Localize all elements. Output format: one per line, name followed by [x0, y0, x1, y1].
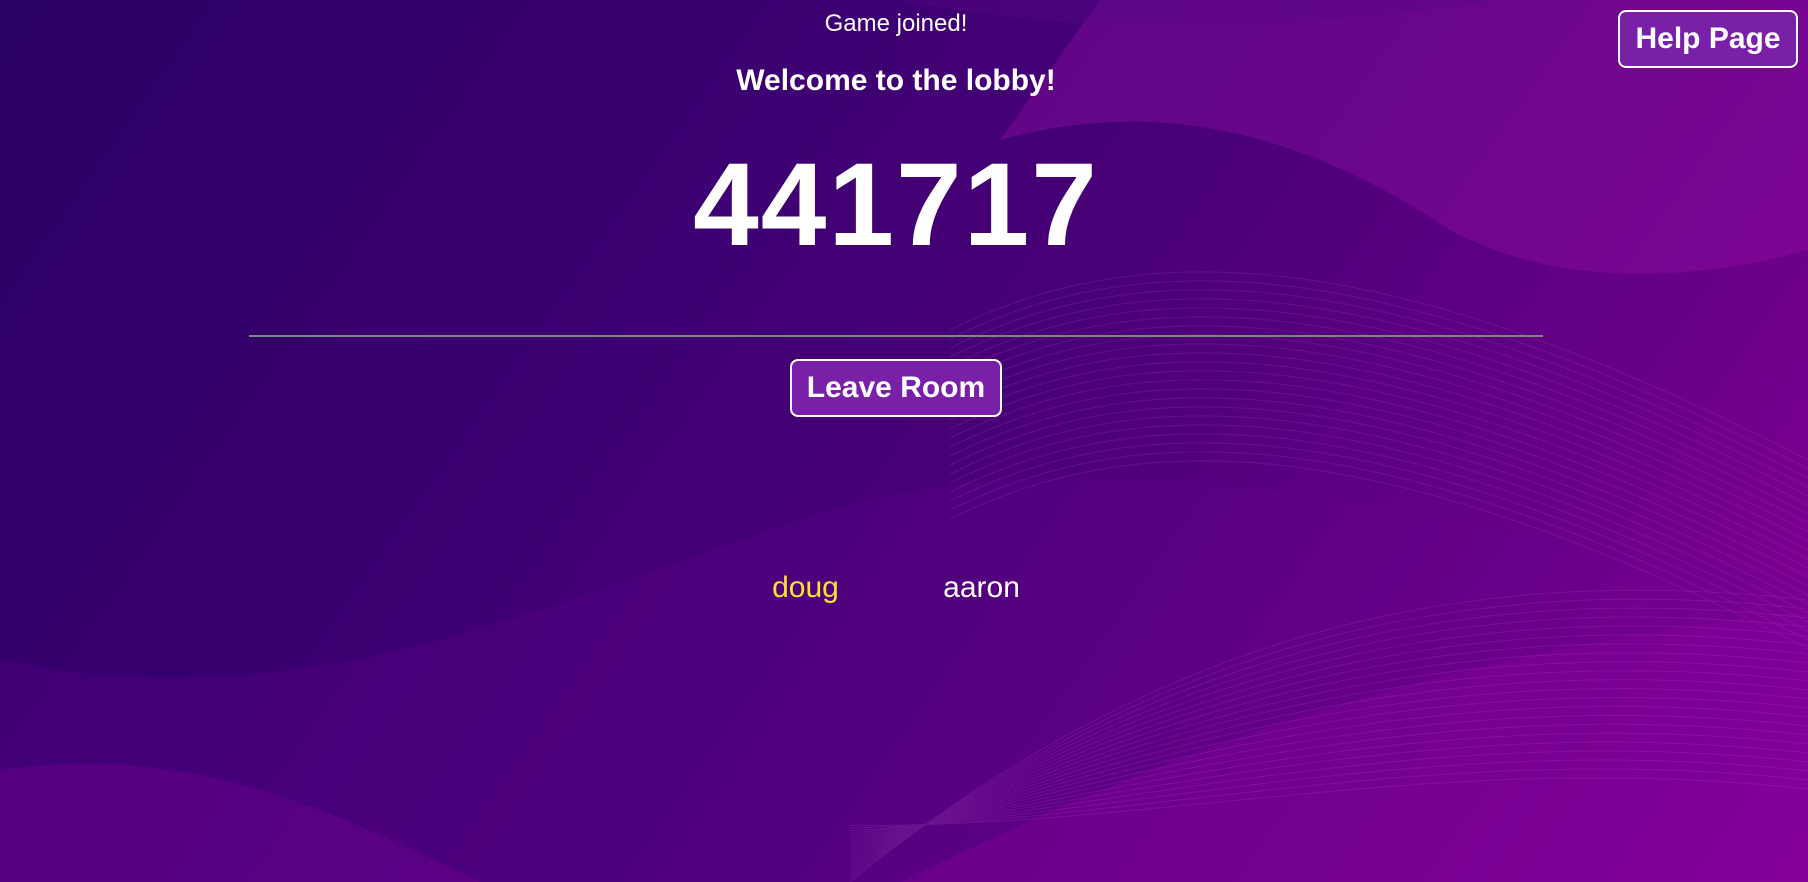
player-list: doug aaron — [0, 570, 1792, 606]
divider — [249, 335, 1543, 337]
join-status-text: Game joined! — [824, 10, 968, 37]
player-name: aaron — [943, 571, 1020, 604]
help-page-button[interactable]: Help Page — [1618, 10, 1798, 68]
player-name: doug — [772, 571, 839, 604]
welcome-heading: Welcome to the lobby! — [736, 64, 1056, 97]
leave-room-button[interactable]: Leave Room — [790, 359, 1002, 417]
lobby-screen: Game joined! Welcome to the lobby! 44171… — [0, 0, 1808, 882]
room-code: 441717 — [693, 139, 1099, 271]
